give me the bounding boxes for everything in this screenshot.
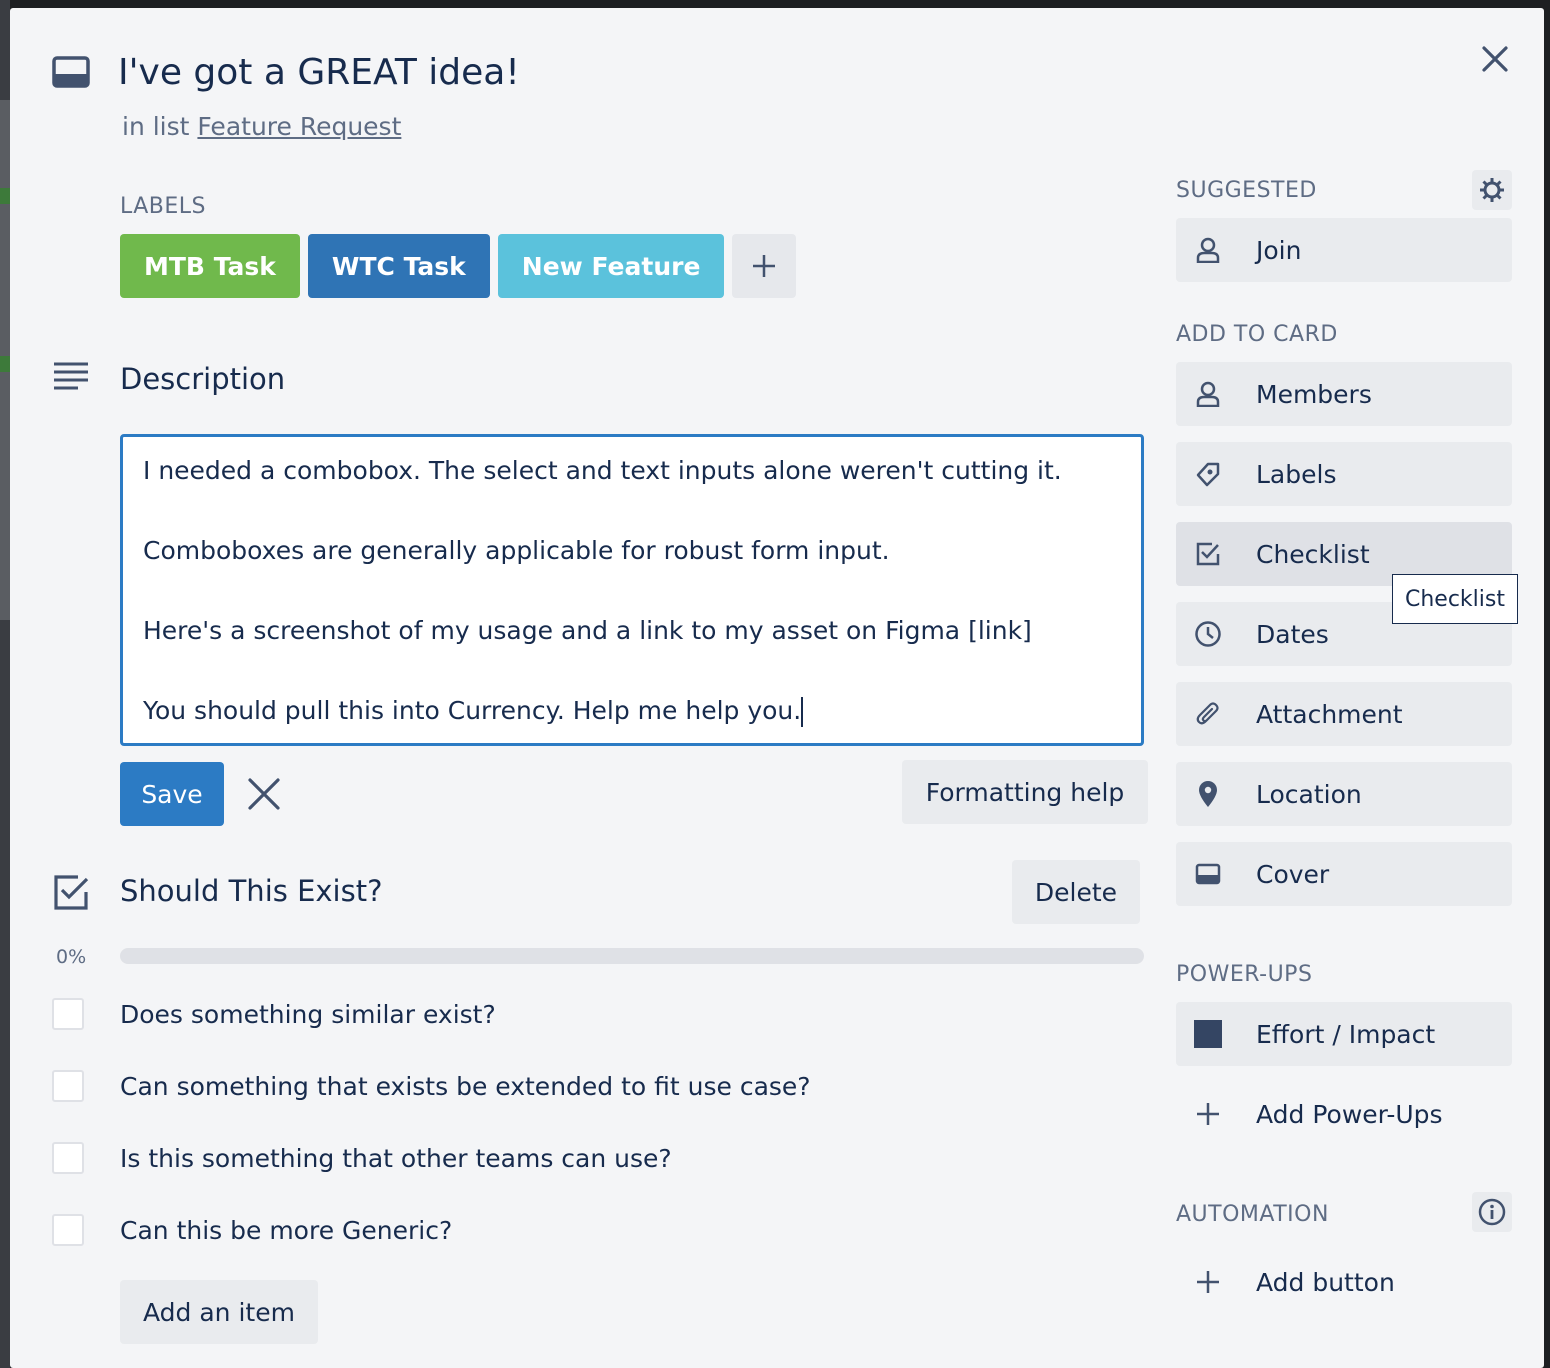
person-icon — [1194, 380, 1222, 408]
label-chip-mtb[interactable]: MTB Task — [120, 234, 300, 298]
save-button[interactable]: Save — [120, 762, 224, 826]
attachment-button[interactable]: Attachment — [1176, 682, 1512, 746]
card-detail-modal: I've got a GREAT idea! in list Feature R… — [10, 8, 1544, 1368]
card-list-info: in list Feature Request — [122, 112, 401, 141]
description-line: You should pull this into Currency. Help… — [143, 696, 802, 725]
join-button[interactable]: Join — [1176, 218, 1512, 282]
description-line: Here's a screenshot of my usage and a li… — [143, 616, 1032, 645]
checklist-checkbox[interactable] — [52, 1214, 84, 1246]
gear-icon — [1480, 178, 1504, 202]
checklist-progress-bar — [120, 948, 1144, 964]
members-label: Members — [1256, 379, 1372, 409]
add-item-button[interactable]: Add an item — [120, 1280, 318, 1344]
labels-label: Labels — [1256, 459, 1337, 489]
description-line: Comboboxes are generally applicable for … — [143, 536, 890, 565]
add-button-label: Add button — [1256, 1267, 1395, 1297]
text-caret — [801, 697, 804, 727]
members-button[interactable]: Members — [1176, 362, 1512, 426]
checklist-item: Can this be more Generic? — [52, 1214, 452, 1246]
power-ups-heading: POWER-UPS — [1176, 962, 1313, 987]
suggested-heading: SUGGESTED — [1176, 178, 1317, 203]
effort-impact-label: Effort / Impact — [1256, 1019, 1436, 1049]
checklist-item: Can something that exists be extended to… — [52, 1070, 811, 1102]
effort-impact-icon — [1194, 1020, 1222, 1048]
checklist-item: Is this something that other teams can u… — [52, 1142, 672, 1174]
description-icon — [54, 362, 88, 390]
close-icon[interactable] — [1476, 40, 1514, 78]
labels-row: MTB Task WTC Task New Feature — [120, 234, 797, 298]
checklist-progress-percent: 0% — [56, 946, 87, 968]
paperclip-icon — [1194, 700, 1222, 728]
description-last-line: You should pull this into Currency. Help… — [143, 691, 1121, 731]
checklist-label: Checklist — [1256, 539, 1370, 569]
labels-button[interactable]: Labels — [1176, 442, 1512, 506]
suggested-settings-button[interactable] — [1472, 170, 1512, 210]
attachment-label: Attachment — [1256, 699, 1403, 729]
backdrop-label — [0, 188, 10, 204]
plus-icon — [1194, 1268, 1222, 1296]
card-title[interactable]: I've got a GREAT idea! — [118, 52, 520, 93]
description-line: I needed a combobox. The select and text… — [143, 456, 1062, 485]
checklist-item-text[interactable]: Can this be more Generic? — [120, 1216, 452, 1245]
add-button-button[interactable]: Add button — [1176, 1250, 1512, 1314]
cover-button[interactable]: Cover — [1176, 842, 1512, 906]
board-backdrop — [0, 0, 10, 1368]
checklist-item-text[interactable]: Can something that exists be extended to… — [120, 1072, 811, 1101]
add-power-ups-label: Add Power-Ups — [1256, 1099, 1443, 1129]
pin-icon — [1194, 780, 1222, 808]
checklist-checkbox[interactable] — [52, 1070, 84, 1102]
checklist-icon — [54, 875, 89, 910]
checklist-item-text[interactable]: Does something similar exist? — [120, 1000, 496, 1029]
info-icon — [1478, 1198, 1506, 1226]
delete-checklist-button[interactable]: Delete — [1012, 860, 1140, 924]
label-chip-new-feature[interactable]: New Feature — [497, 234, 725, 298]
checkbox-icon — [1194, 540, 1222, 568]
plus-icon — [753, 255, 776, 277]
checklist-item-text[interactable]: Is this something that other teams can u… — [120, 1144, 672, 1173]
card-icon — [52, 56, 90, 88]
person-icon — [1194, 236, 1222, 264]
labels-heading: LABELS — [120, 194, 207, 219]
add-to-card-heading: ADD TO CARD — [1176, 322, 1338, 347]
checklist-tooltip: Checklist — [1392, 574, 1518, 624]
checklist-checkbox[interactable] — [52, 998, 84, 1030]
cover-label: Cover — [1256, 859, 1330, 889]
add-power-ups-button[interactable]: Add Power-Ups — [1176, 1082, 1512, 1146]
backdrop-label — [0, 356, 10, 372]
clock-icon — [1194, 620, 1222, 648]
dates-label: Dates — [1256, 619, 1329, 649]
list-prefix: in list — [122, 112, 190, 141]
automation-info-button[interactable] — [1472, 1192, 1512, 1232]
description-textarea[interactable]: I needed a combobox. The select and text… — [120, 434, 1144, 746]
effort-impact-button[interactable]: Effort / Impact — [1176, 1002, 1512, 1066]
checklist-title[interactable]: Should This Exist? — [120, 874, 383, 908]
cancel-icon[interactable] — [244, 774, 284, 814]
tag-icon — [1194, 460, 1222, 488]
checklist-checkbox[interactable] — [52, 1142, 84, 1174]
description-heading: Description — [120, 362, 286, 396]
formatting-help-button[interactable]: Formatting help — [902, 760, 1148, 824]
plus-icon — [1194, 1100, 1222, 1128]
checklist-item: Does something similar exist? — [52, 998, 496, 1030]
card-cover-icon — [1194, 860, 1222, 888]
location-label: Location — [1256, 779, 1362, 809]
list-link[interactable]: Feature Request — [197, 112, 401, 141]
join-label: Join — [1256, 235, 1302, 265]
add-label-button[interactable] — [732, 234, 797, 298]
location-button[interactable]: Location — [1176, 762, 1512, 826]
label-chip-wtc[interactable]: WTC Task — [307, 234, 490, 298]
automation-heading: AUTOMATION — [1176, 1202, 1329, 1227]
